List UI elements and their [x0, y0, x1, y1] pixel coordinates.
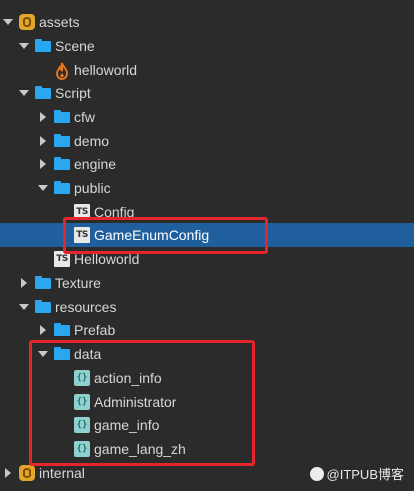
tree-item-administrator[interactable]: {} Administrator: [0, 390, 414, 414]
database-icon: [19, 14, 35, 30]
tree-item-prefab[interactable]: Prefab: [0, 318, 414, 342]
chevron-down-icon[interactable]: [19, 88, 29, 98]
tree-item-label: GameEnumConfig: [94, 227, 210, 243]
chevron-right-icon[interactable]: [38, 112, 48, 122]
tree-item-label: Helloworld: [74, 251, 140, 267]
tree-item-data[interactable]: data: [0, 342, 414, 366]
chevron-right-icon[interactable]: [38, 159, 48, 169]
tree-item-texture[interactable]: Texture: [0, 271, 414, 295]
chevron-down-icon[interactable]: [19, 302, 29, 312]
tree-item-helloworld-scene[interactable]: helloworld: [0, 58, 414, 82]
tree-item-label: assets: [39, 14, 80, 30]
tree-item-label: data: [74, 346, 102, 362]
watermark-logo-icon: [309, 467, 324, 481]
tree-item-game-lang-zh[interactable]: {} game_lang_zh: [0, 437, 414, 461]
tree-item-resources[interactable]: resources: [0, 295, 414, 319]
tree-item-demo[interactable]: demo: [0, 129, 414, 153]
tree-item-helloworld-ts[interactable]: TS Helloworld: [0, 247, 414, 271]
json-file-icon: {}: [74, 417, 90, 433]
tree-item-engine[interactable]: engine: [0, 152, 414, 176]
typescript-file-icon: TS: [74, 227, 90, 243]
tree-item-label: resources: [55, 299, 117, 315]
folder-icon: [54, 180, 70, 196]
typescript-file-icon: TS: [54, 251, 70, 267]
folder-icon: [54, 133, 70, 149]
folder-icon: [35, 275, 51, 291]
tree-item-label: public: [74, 180, 111, 196]
tree-item-label: Texture: [55, 275, 101, 291]
tree-item-cfw[interactable]: cfw: [0, 105, 414, 129]
watermark-text: @ITPUB博客: [326, 467, 404, 482]
tree-item-config[interactable]: TS Config: [0, 200, 414, 224]
tree-item-label: Scene: [55, 38, 95, 54]
json-file-icon: {}: [74, 370, 90, 386]
tree-item-assets[interactable]: assets: [0, 10, 414, 34]
tree-item-action-info[interactable]: {} action_info: [0, 366, 414, 390]
chevron-right-icon[interactable]: [19, 278, 29, 288]
watermark: @ITPUB博客: [309, 464, 404, 483]
tree-item-label: Administrator: [94, 394, 177, 410]
chevron-right-icon[interactable]: [38, 325, 48, 335]
folder-icon: [54, 109, 70, 125]
tree-item-label: internal: [39, 465, 85, 481]
tree-item-label: helloworld: [74, 62, 138, 78]
tree-item-label: Script: [55, 85, 91, 101]
chevron-down-icon[interactable]: [38, 349, 48, 359]
chevron-right-icon[interactable]: [3, 468, 13, 478]
database-icon: [19, 465, 35, 481]
chevron-down-icon[interactable]: [19, 41, 29, 51]
tree-item-label: engine: [74, 156, 117, 172]
tree-item-label: cfw: [74, 109, 95, 125]
json-file-icon: {}: [74, 441, 90, 457]
tree-item-label: Config: [94, 204, 135, 220]
tree-item-scene[interactable]: Scene: [0, 34, 414, 58]
tree-item-label: action_info: [94, 370, 162, 386]
folder-icon: [35, 299, 51, 315]
tree-item-game-info[interactable]: {} game_info: [0, 413, 414, 437]
folder-icon: [54, 322, 70, 338]
chevron-down-icon[interactable]: [38, 183, 48, 193]
tree-item-label: Prefab: [74, 322, 116, 338]
tree-item-label: game_info: [94, 417, 160, 433]
folder-icon: [54, 346, 70, 362]
tree-item-public[interactable]: public: [0, 176, 414, 200]
json-file-icon: {}: [74, 394, 90, 410]
chevron-right-icon[interactable]: [38, 136, 48, 146]
folder-icon: [35, 38, 51, 54]
tree-item-game-enum-config[interactable]: TS GameEnumConfig: [0, 223, 414, 247]
typescript-file-icon: TS: [74, 204, 90, 220]
scene-fire-icon: [54, 62, 70, 80]
folder-icon: [35, 85, 51, 101]
tree-item-label: game_lang_zh: [94, 441, 186, 457]
chevron-down-icon[interactable]: [3, 17, 13, 27]
tree-item-script[interactable]: Script: [0, 81, 414, 105]
folder-icon: [54, 156, 70, 172]
tree-item-label: demo: [74, 133, 110, 149]
